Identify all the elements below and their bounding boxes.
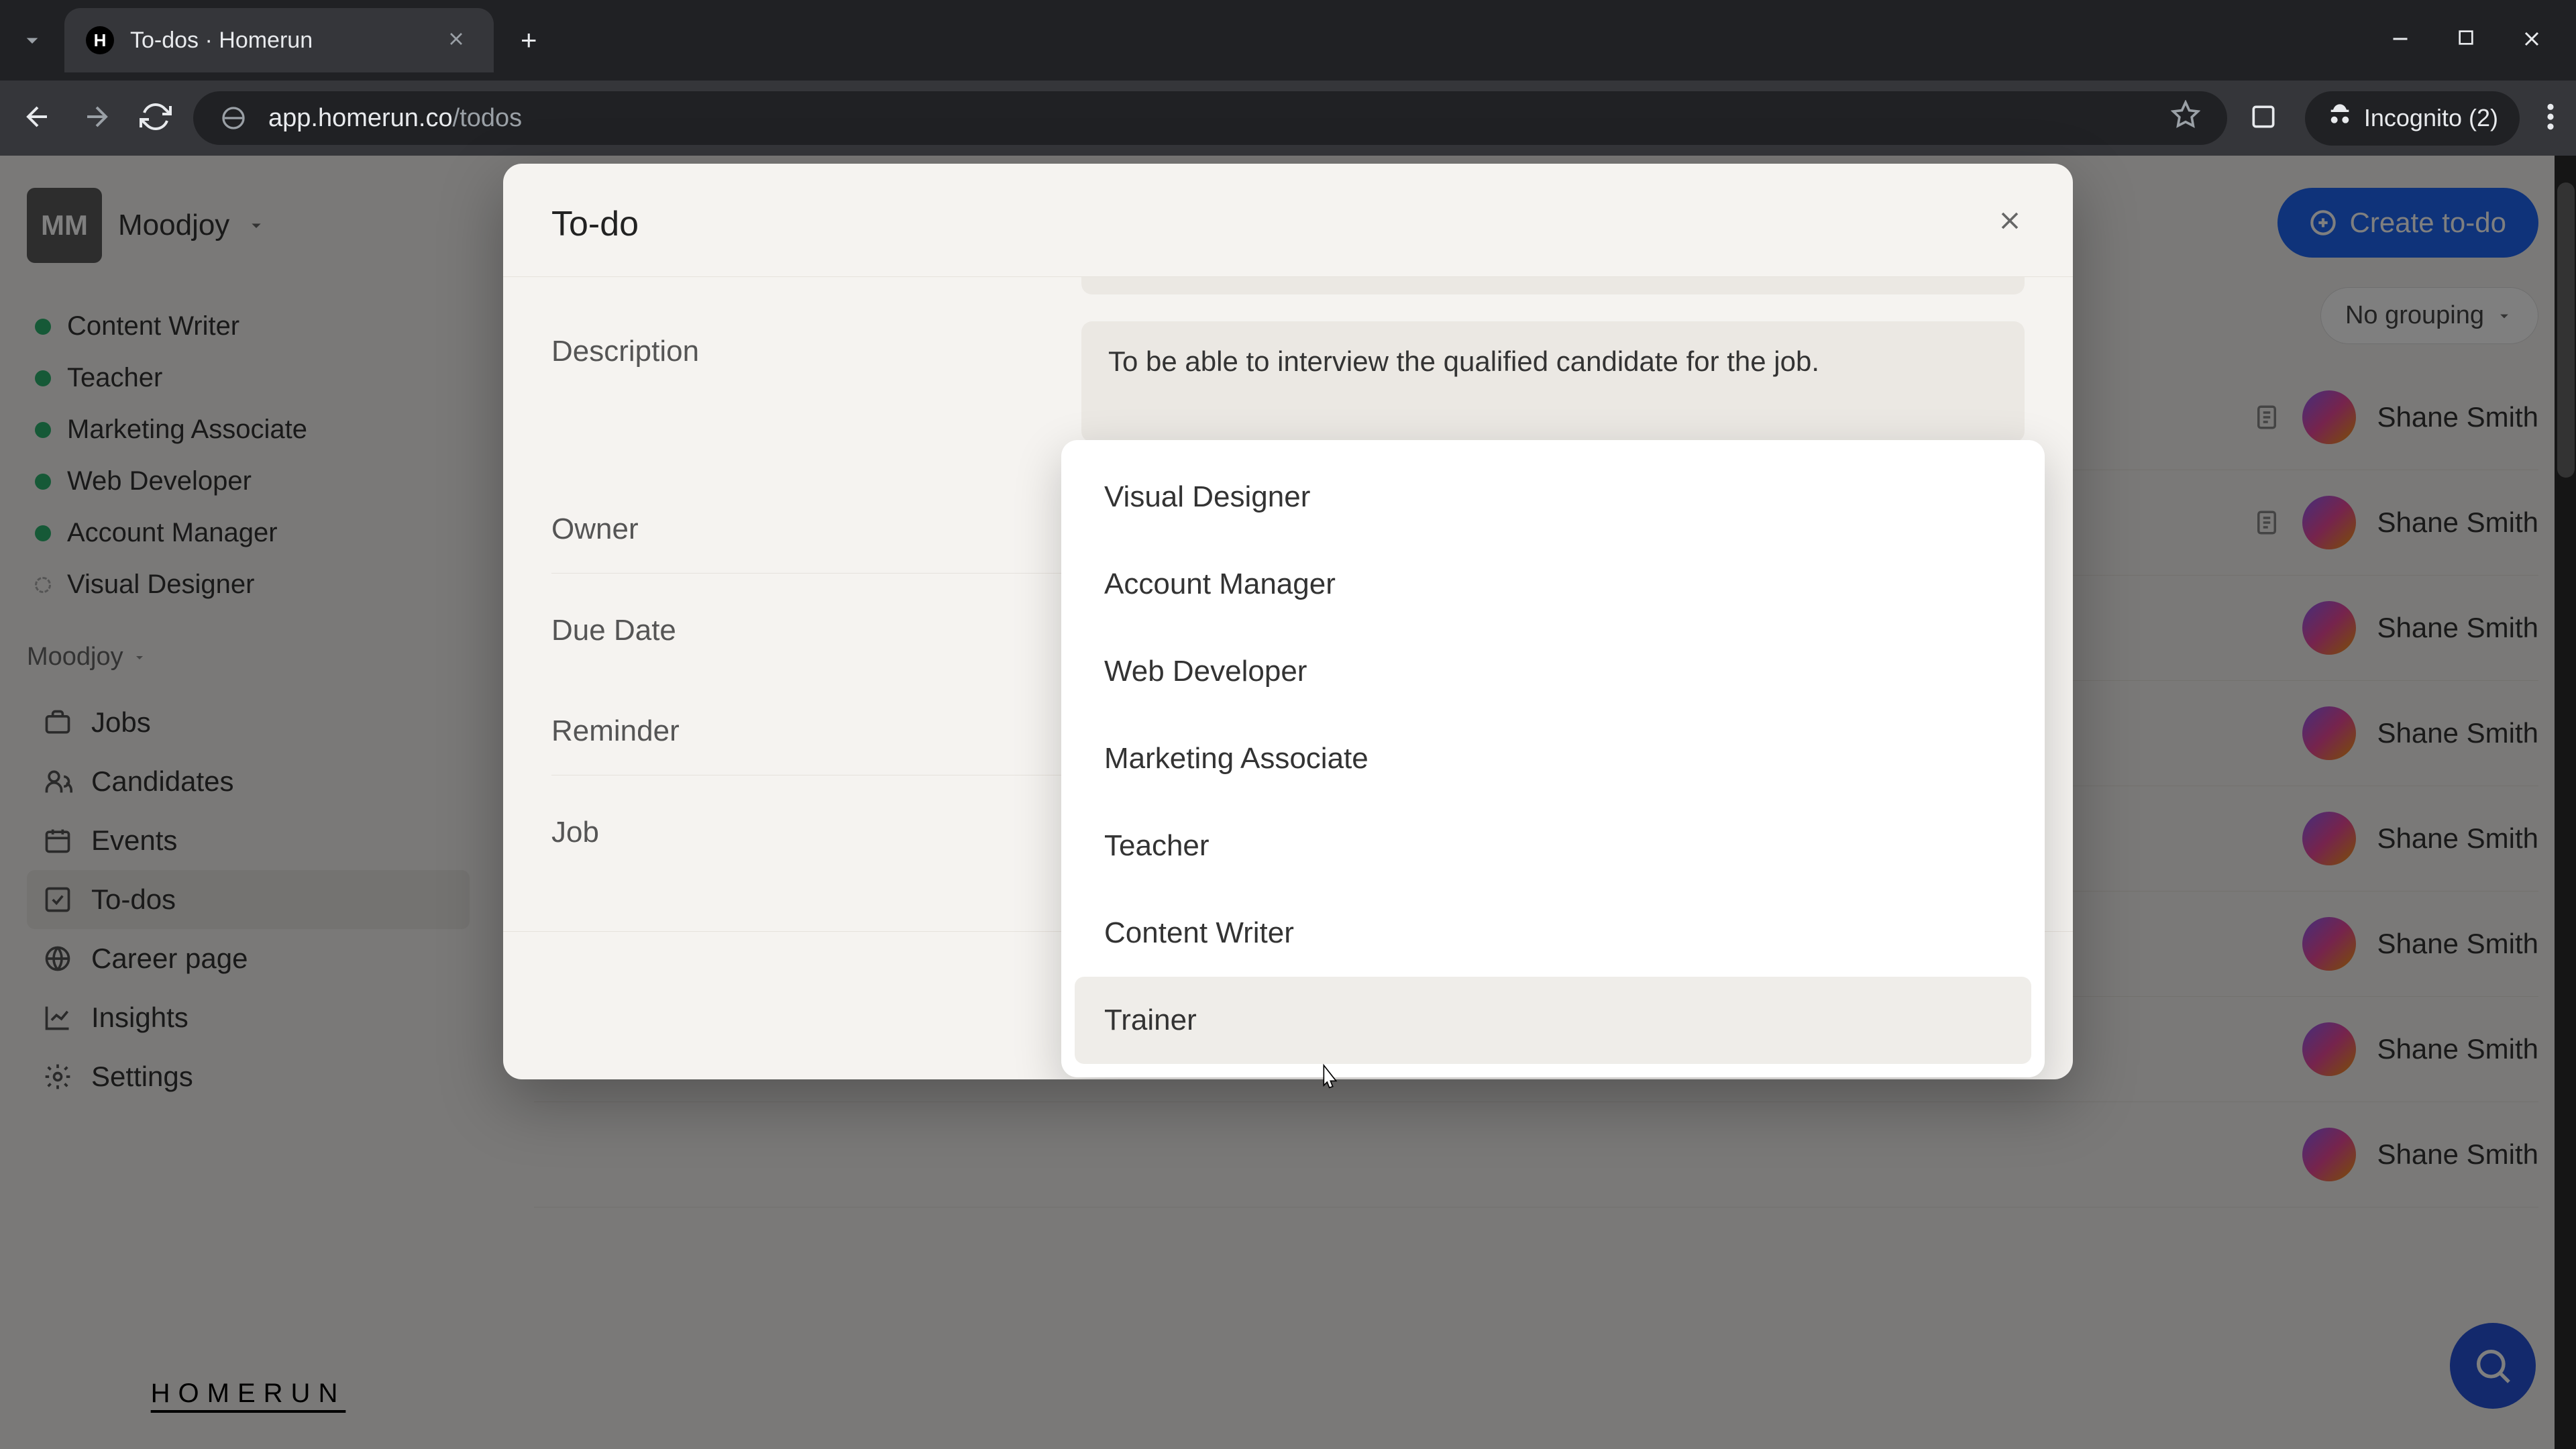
- maximize-icon[interactable]: [2455, 27, 2477, 54]
- back-icon[interactable]: [21, 101, 54, 136]
- dropdown-option[interactable]: Teacher: [1075, 802, 2031, 890]
- new-tab-button[interactable]: +: [521, 24, 537, 56]
- incognito-icon: [2326, 102, 2353, 135]
- owner-label: Owner: [551, 499, 1081, 546]
- close-window-icon[interactable]: [2520, 27, 2544, 54]
- incognito-label: Incognito (2): [2364, 104, 2498, 132]
- url-path: /todos: [453, 104, 523, 132]
- todo-modal: To-do Description To be able to intervie…: [503, 164, 2073, 1079]
- description-label: Description: [551, 321, 1081, 368]
- address-bar: app.homerun.co/todos Incognito (2): [0, 80, 2576, 156]
- extensions-icon[interactable]: [2249, 102, 2278, 135]
- tab-close-icon[interactable]: [445, 28, 467, 53]
- tab-bar: H To-dos · Homerun +: [0, 0, 2576, 80]
- dropdown-option[interactable]: Web Developer: [1075, 628, 2031, 715]
- form-row-job: Job Link to job opening Visual DesignerA…: [551, 775, 2025, 904]
- forward-icon[interactable]: [80, 101, 113, 136]
- dropdown-option[interactable]: Visual Designer: [1075, 453, 2031, 541]
- browser-tab[interactable]: H To-dos · Homerun: [64, 8, 494, 72]
- modal-title: To-do: [551, 204, 639, 244]
- modal-body: Description To be able to interview the …: [503, 276, 2073, 931]
- dropdown-option[interactable]: Trainer: [1075, 977, 2031, 1064]
- browser-chrome: H To-dos · Homerun + app.homerun.co/todo…: [0, 0, 2576, 156]
- tab-search-dropdown[interactable]: [11, 19, 54, 62]
- modal-close-button[interactable]: [1995, 204, 2025, 244]
- url-domain: app.homerun.co: [268, 104, 453, 132]
- minimize-icon[interactable]: [2388, 27, 2412, 54]
- window-controls: [2388, 27, 2565, 54]
- dropdown-option[interactable]: Account Manager: [1075, 541, 2031, 628]
- site-info-icon[interactable]: [220, 105, 247, 131]
- job-dropdown: Visual DesignerAccount ManagerWeb Develo…: [1061, 440, 2045, 1077]
- reload-icon[interactable]: [140, 101, 172, 136]
- url-bar[interactable]: app.homerun.co/todos: [193, 91, 2227, 145]
- dropdown-option[interactable]: Content Writer: [1075, 890, 2031, 977]
- browser-menu-icon[interactable]: [2546, 102, 2555, 135]
- bookmark-star-icon[interactable]: [2171, 100, 2200, 136]
- incognito-badge[interactable]: Incognito (2): [2305, 91, 2520, 146]
- reminder-label: Reminder: [551, 701, 1081, 748]
- dropdown-option[interactable]: Marketing Associate: [1075, 715, 2031, 802]
- description-input[interactable]: To be able to interview the qualified ca…: [1081, 321, 2025, 442]
- due-date-label: Due Date: [551, 600, 1081, 647]
- app-content: MM Moodjoy Content WriterTeacherMarketin…: [0, 156, 2576, 1449]
- job-label: Job: [551, 802, 1081, 849]
- close-icon: [1995, 206, 2025, 235]
- tab-favicon: H: [86, 26, 114, 54]
- tab-title: To-dos · Homerun: [130, 28, 313, 54]
- modal-header: To-do: [503, 164, 2073, 276]
